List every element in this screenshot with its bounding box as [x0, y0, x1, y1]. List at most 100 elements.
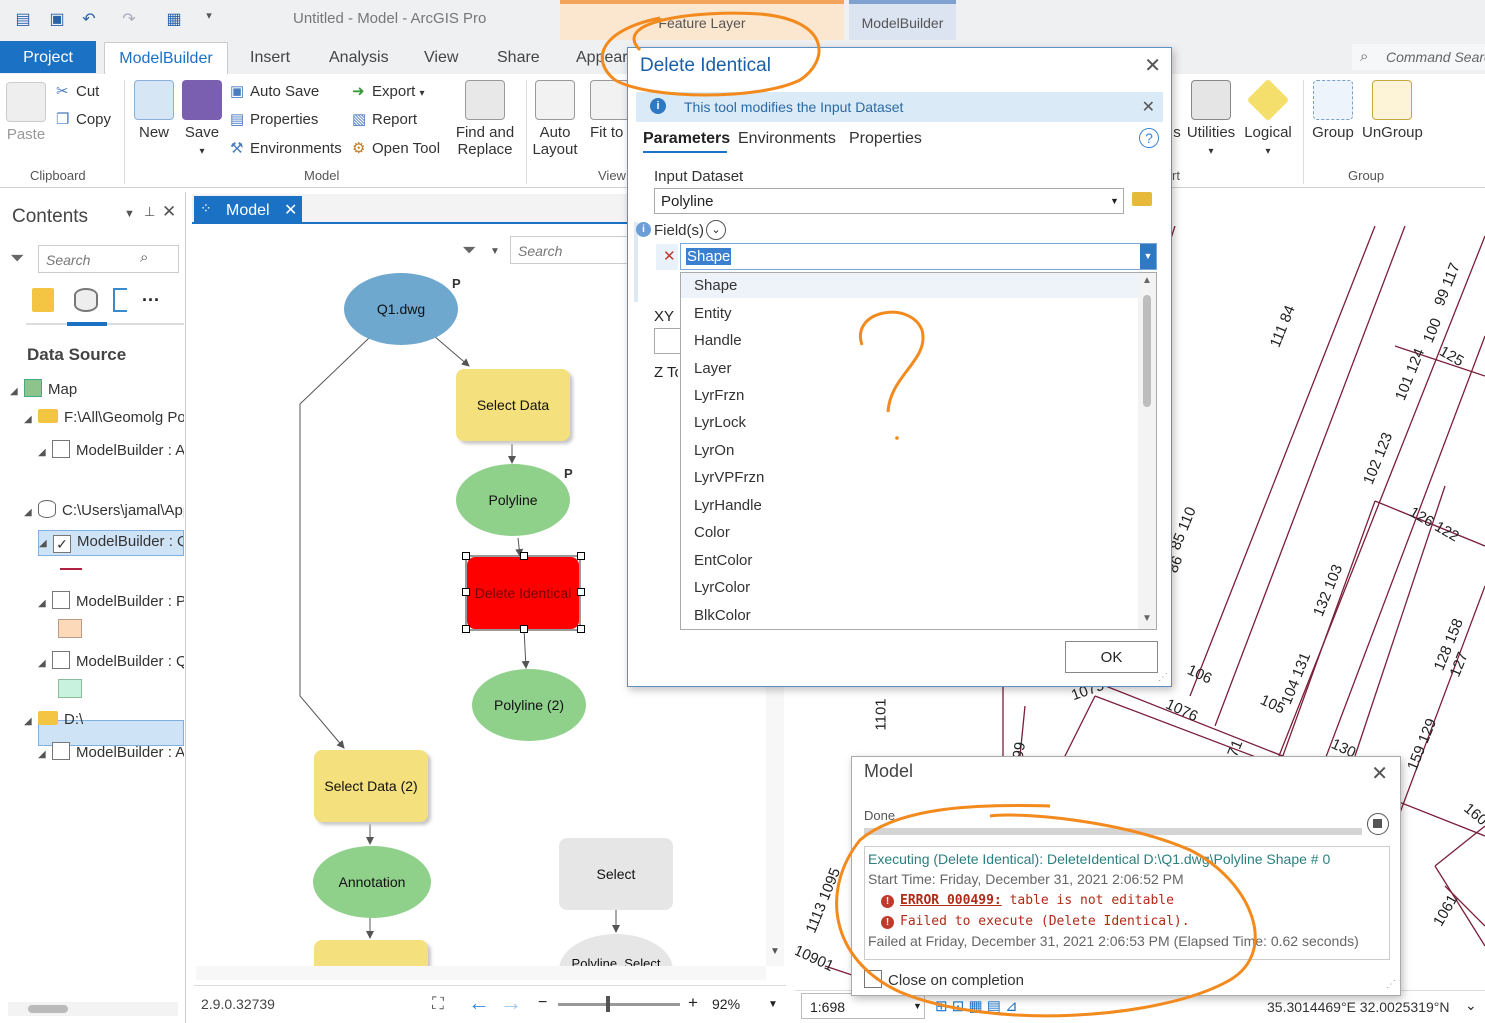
dropdown-option[interactable]: LyrLock: [694, 414, 746, 431]
tree-item-layer-q1[interactable]: ◢✓ModelBuilder : Q1: [38, 530, 184, 556]
close-icon[interactable]: ✕: [284, 202, 297, 219]
close-on-completion-checkbox[interactable]: [864, 970, 882, 988]
copy-button[interactable]: ❐ Copy: [56, 110, 111, 128]
chevron-down-icon[interactable]: ▼: [913, 1001, 922, 1011]
open-tool-button[interactable]: ⚙ Open Tool: [352, 139, 440, 157]
collapse-icon[interactable]: ◢: [38, 598, 52, 609]
input-dataset-select[interactable]: Polyline: [654, 188, 1124, 214]
tab-appearance[interactable]: Appearance: [576, 49, 628, 67]
close-on-completion[interactable]: Close on completion: [864, 970, 1024, 989]
ungroup-button[interactable]: UnGroup: [1362, 80, 1423, 141]
resize-handle[interactable]: [462, 625, 470, 633]
paste-button[interactable]: Paste: [6, 82, 46, 143]
cut-button[interactable]: ✂ Cut: [56, 82, 99, 100]
tree-item-layer[interactable]: ◢ModelBuilder : Annotation: [38, 440, 184, 459]
context-tab-feature-layer[interactable]: Feature Layer: [560, 0, 844, 40]
xy-tolerance-input[interactable]: [654, 328, 682, 354]
node-polyline[interactable]: Polyline: [456, 464, 570, 536]
environments-button[interactable]: ⚒ Environments: [230, 139, 342, 157]
chevron-down-icon[interactable]: ▼: [1140, 244, 1156, 269]
zoom-in-icon[interactable]: +: [688, 993, 698, 1013]
field-select[interactable]: Shape: [680, 243, 1157, 270]
collapse-icon[interactable]: ◢: [38, 749, 52, 760]
customize-toolbar-icon[interactable]: ▾: [198, 9, 220, 29]
node-select-data-2[interactable]: Select Data (2): [314, 750, 428, 822]
dropdown-option[interactable]: Color: [694, 524, 730, 541]
scrollbar-thumb[interactable]: [1143, 295, 1151, 407]
tab-environments[interactable]: Environments: [738, 130, 836, 148]
properties-button[interactable]: ▤ Properties: [230, 110, 318, 128]
forward-arrow-icon[interactable]: →: [500, 990, 522, 1016]
collapse-icon[interactable]: ◢: [24, 507, 38, 518]
tab-view[interactable]: View: [424, 49, 458, 67]
tree-item-layer-q2[interactable]: ◢ModelBuilder : Q2: [38, 651, 184, 670]
auto-save-button[interactable]: ▣ Auto Save: [230, 82, 319, 100]
chevron-down-icon[interactable]: ▼: [1142, 613, 1152, 624]
pin-icon[interactable]: ⊥: [144, 204, 155, 220]
node-polyline-2[interactable]: Polyline (2): [472, 669, 586, 741]
visibility-checkbox[interactable]: [52, 742, 70, 760]
stop-button[interactable]: [1367, 813, 1389, 835]
tree-item-folder-d[interactable]: ◢ D:\: [24, 711, 184, 728]
error-code-link[interactable]: ERROR 000499:: [900, 893, 1002, 908]
data-source-icon[interactable]: [74, 288, 98, 312]
selection-icon[interactable]: [113, 288, 127, 312]
node-annotation[interactable]: Annotation: [313, 846, 431, 918]
node-delete-identical[interactable]: Delete Identical: [467, 557, 579, 629]
export-button[interactable]: ➜ Export ▾: [352, 82, 425, 100]
collapse-icon[interactable]: ◢: [38, 658, 52, 669]
undo-icon[interactable]: ↶: [78, 9, 100, 29]
dropdown-option[interactable]: LyrColor: [694, 579, 750, 596]
visibility-checkbox[interactable]: [52, 440, 70, 458]
dropdown-option[interactable]: BlkColor: [694, 607, 751, 624]
dropdown-option[interactable]: LyrFrzn: [694, 387, 744, 404]
horizontal-scrollbar[interactable]: [8, 1002, 178, 1016]
tools-button[interactable]: s: [1172, 80, 1182, 141]
group-button[interactable]: Group: [1310, 80, 1356, 141]
tree-item-folder-c[interactable]: ◢C:\Users\jamal\AppData: [24, 500, 184, 519]
open-project-icon[interactable]: ▣: [46, 9, 68, 29]
filter-icon[interactable]: ⏷: [462, 240, 476, 261]
resize-handle[interactable]: [520, 552, 528, 560]
print-icon[interactable]: ▦: [163, 9, 185, 29]
dropdown-option[interactable]: EntColor: [694, 552, 752, 569]
field-dropdown-list[interactable]: Shape Entity Handle Layer LyrFrzn LyrLoc…: [680, 272, 1157, 630]
report-button[interactable]: ▧ Report: [352, 110, 417, 128]
resize-handle[interactable]: [577, 588, 585, 596]
map-nav-icons[interactable]: ⊞ ⊡ ▦ ▤ ⊿: [935, 997, 1018, 1015]
zoom-level[interactable]: 92%: [712, 996, 740, 1012]
visibility-checkbox[interactable]: [52, 591, 70, 609]
contents-search-input[interactable]: Search: [38, 245, 179, 273]
drawing-order-icon[interactable]: [32, 288, 54, 312]
collapse-icon[interactable]: ◢: [10, 386, 24, 397]
close-icon[interactable]: ✕: [1142, 97, 1155, 117]
chevron-down-icon[interactable]: ▼: [768, 999, 778, 1010]
tab-analysis[interactable]: Analysis: [329, 49, 389, 67]
collapse-icon[interactable]: ◢: [38, 447, 52, 458]
chevron-down-icon[interactable]: ▼: [124, 208, 135, 220]
tab-parameters[interactable]: Parameters: [643, 130, 730, 148]
redo-icon[interactable]: ↷: [118, 9, 140, 29]
filter-icon[interactable]: ⏷: [10, 248, 24, 269]
node-q1-dwg[interactable]: Q1.dwg: [344, 273, 458, 345]
map-scale-combo[interactable]: 1:698: [801, 993, 925, 1019]
tab-insert[interactable]: Insert: [250, 49, 290, 67]
zoom-slider[interactable]: [558, 1003, 680, 1006]
dropdown-option[interactable]: Entity: [694, 305, 732, 322]
find-replace-button[interactable]: Find and Replace: [454, 80, 516, 158]
close-icon[interactable]: ✕: [1144, 53, 1161, 78]
zoom-slider-thumb[interactable]: [606, 996, 610, 1012]
model-search-input[interactable]: Search: [510, 236, 630, 264]
close-icon[interactable]: ✕: [162, 202, 176, 222]
dropdown-option[interactable]: LyrVPFrzn: [694, 469, 764, 486]
command-search-input[interactable]: Command Search: [1352, 44, 1485, 70]
scrollbar-thumb[interactable]: [28, 1005, 68, 1013]
utilities-button[interactable]: Utilities ▾: [1184, 80, 1238, 160]
folder-icon[interactable]: [1132, 192, 1152, 206]
dropdown-option[interactable]: LyrOn: [694, 442, 734, 459]
chevron-down-icon[interactable]: ▼: [490, 246, 500, 257]
chevron-down-icon[interactable]: ⌄: [706, 220, 726, 240]
resize-grip-icon[interactable]: ⋰: [1386, 979, 1396, 990]
fit-to-window-button[interactable]: Fit to Window: [590, 80, 630, 141]
close-icon[interactable]: ✕: [1371, 761, 1388, 786]
